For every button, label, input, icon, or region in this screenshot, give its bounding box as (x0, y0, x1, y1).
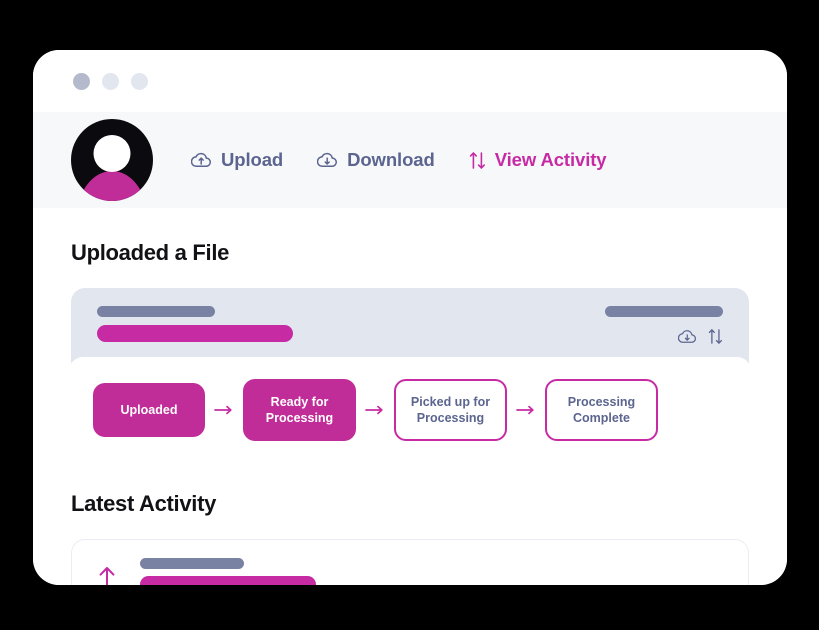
avatar-body-shape (77, 171, 147, 201)
file-card-actions (678, 328, 723, 345)
skeleton-bar-filename (97, 306, 215, 317)
skeleton-bar-activity-1 (140, 558, 244, 569)
activity-placeholders (140, 558, 722, 585)
nav-item-view-activity-label: View Activity (494, 149, 607, 170)
step-arrow-icon (365, 405, 385, 415)
nav-item-download-label: Download (347, 149, 435, 170)
nav-links: Upload Download View Activity (191, 149, 607, 171)
nav-item-upload[interactable]: Upload (191, 149, 283, 171)
status-step-ready-for-processing[interactable]: Ready for Processing (243, 379, 356, 441)
cloud-upload-icon (191, 152, 212, 169)
uploaded-file-card: Uploaded Ready for Processing Picked up … (69, 288, 751, 463)
skeleton-bar-filetitle (97, 325, 293, 342)
step-arrow-icon (516, 405, 536, 415)
main-content: Uploaded a File Uploaded Ready for Proce… (33, 208, 787, 585)
nav-item-view-activity[interactable]: View Activity (469, 149, 607, 171)
file-meta-placeholders (97, 306, 293, 342)
sort-arrows-icon[interactable] (708, 328, 723, 345)
app-navbar: Upload Download View Activity (33, 112, 787, 208)
status-step-uploaded-label: Uploaded (120, 403, 178, 417)
nav-item-download[interactable]: Download (317, 149, 435, 171)
uploaded-file-card-header (71, 288, 749, 357)
cloud-download-icon (317, 152, 338, 169)
arrow-up-icon (98, 565, 116, 585)
status-step-uploaded[interactable]: Uploaded (93, 383, 205, 437)
latest-activity-row[interactable] (71, 539, 749, 585)
window-dot-minimize[interactable] (102, 72, 119, 90)
status-step-processing-complete-label: Processing Complete (567, 395, 636, 425)
browser-window: Upload Download View Activity Uploaded a… (33, 50, 787, 585)
window-dot-maximize[interactable] (131, 72, 148, 90)
sort-arrows-icon (469, 151, 486, 170)
latest-activity-title: Latest Activity (71, 491, 217, 516)
nav-item-upload-label: Upload (221, 149, 284, 170)
uploaded-file-title: Uploaded a File (71, 240, 230, 265)
window-titlebar (33, 50, 787, 112)
avatar-head-shape (93, 135, 131, 172)
status-step-picked-up-for-processing-label: Picked up for Processing (410, 395, 491, 425)
skeleton-bar-activity-2 (140, 576, 316, 585)
file-card-header-right (605, 306, 723, 345)
status-step-chain: Uploaded Ready for Processing Picked up … (69, 357, 751, 463)
window-dot-close[interactable] (73, 72, 90, 90)
status-step-picked-up-for-processing[interactable]: Picked up for Processing (394, 379, 507, 441)
cloud-download-icon[interactable] (678, 329, 697, 345)
status-step-processing-complete[interactable]: Processing Complete (545, 379, 658, 441)
step-arrow-icon (214, 405, 234, 415)
skeleton-bar-filedate (605, 306, 723, 317)
status-step-ready-for-processing-label: Ready for Processing (265, 395, 334, 425)
avatar[interactable] (71, 119, 153, 201)
